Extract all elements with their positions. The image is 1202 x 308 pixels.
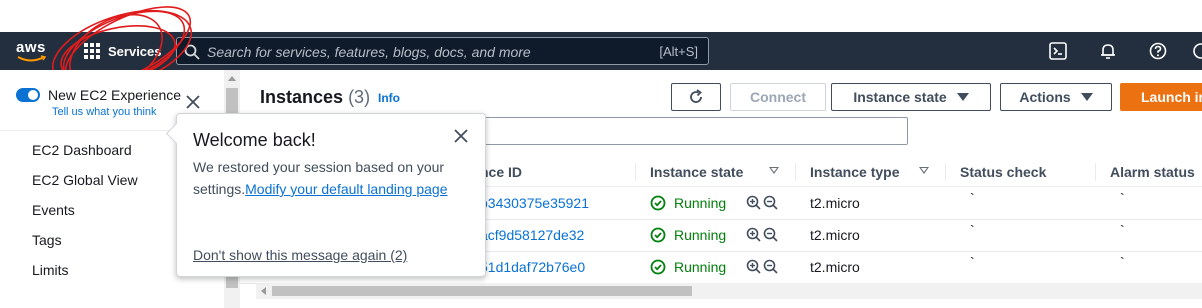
refresh-button[interactable] bbox=[671, 83, 721, 111]
instance-state-cell: Running bbox=[650, 195, 726, 211]
check-circle-icon bbox=[650, 227, 666, 243]
aws-smile-icon bbox=[17, 55, 47, 62]
alarm-status-cell: ` bbox=[1120, 254, 1125, 270]
dont-show-again-link[interactable]: Don't show this message again (2) bbox=[193, 247, 407, 263]
zoom-controls bbox=[746, 259, 778, 275]
sidebar-item-ec2-dashboard[interactable]: EC2 Dashboard bbox=[32, 142, 132, 158]
panel-title-text: Instances bbox=[260, 87, 344, 107]
welcome-back-popover: Welcome back! We restored your session b… bbox=[165, 113, 486, 277]
aws-logo-text: aws bbox=[16, 39, 46, 56]
refresh-icon bbox=[690, 89, 702, 103]
close-icon[interactable] bbox=[186, 95, 200, 109]
new-experience-toggle[interactable] bbox=[16, 88, 40, 102]
launch-instances-button[interactable]: Launch in bbox=[1120, 83, 1202, 111]
column-header-status-check[interactable]: Status check bbox=[960, 164, 1046, 180]
instance-state-cell: Running bbox=[650, 227, 726, 243]
services-label: Services bbox=[108, 43, 162, 59]
status-check-cell: ` bbox=[970, 222, 975, 238]
sidebar-item-limits[interactable]: Limits bbox=[32, 262, 69, 278]
zoom-in-out-icon[interactable] bbox=[746, 195, 778, 211]
top-navigation-bar: aws Services Search for services, featur… bbox=[0, 32, 1202, 70]
instance-state-label: Instance state bbox=[853, 89, 947, 105]
instance-type-cell: t2.micro bbox=[810, 227, 860, 243]
page-title: Instances (3) bbox=[260, 87, 370, 108]
tell-us-link[interactable]: Tell us what you think bbox=[52, 106, 157, 118]
info-link[interactable]: Info bbox=[378, 91, 400, 105]
connect-button[interactable]: Connect bbox=[730, 83, 826, 111]
zoom-in-out-icon[interactable] bbox=[746, 259, 778, 275]
instance-state-text: Running bbox=[674, 195, 727, 211]
search-icon bbox=[184, 44, 200, 60]
column-divider bbox=[795, 163, 796, 181]
caret-down-icon bbox=[956, 93, 969, 101]
help-icon[interactable] bbox=[1149, 42, 1167, 60]
check-circle-icon bbox=[650, 195, 666, 211]
column-divider bbox=[945, 163, 946, 181]
zoom-controls bbox=[746, 195, 778, 211]
column-divider bbox=[1095, 163, 1096, 181]
popover-body: We restored your session based on your s… bbox=[193, 156, 463, 200]
horizontal-scroll-thumb[interactable] bbox=[272, 286, 692, 296]
status-check-cell: ` bbox=[970, 190, 975, 206]
sort-icon[interactable] bbox=[769, 167, 779, 174]
filter-instances-input[interactable] bbox=[476, 117, 908, 145]
modify-landing-page-link[interactable]: Modify your default landing page bbox=[245, 181, 447, 197]
zoom-in-out-icon[interactable] bbox=[746, 227, 778, 243]
instance-id-link[interactable]: b3430375e35921 bbox=[480, 195, 589, 211]
services-menu-button[interactable]: Services bbox=[84, 41, 162, 61]
scroll-left-arrow[interactable] bbox=[261, 287, 266, 295]
column-header-instance-id[interactable]: nce ID bbox=[480, 164, 522, 180]
caret-down-icon bbox=[1080, 93, 1093, 101]
actions-button[interactable]: Actions bbox=[1000, 83, 1112, 111]
table-horizontal-scrollbar[interactable] bbox=[256, 283, 1202, 299]
sort-icon[interactable] bbox=[919, 167, 929, 174]
search-input[interactable]: Search for services, features, blogs, do… bbox=[176, 37, 709, 65]
scroll-up-arrow[interactable] bbox=[228, 76, 236, 81]
check-circle-icon bbox=[650, 259, 666, 275]
column-header-instance-type[interactable]: Instance type bbox=[810, 164, 899, 180]
alarm-status-cell: ` bbox=[1120, 190, 1125, 206]
column-divider bbox=[635, 163, 636, 181]
connect-label: Connect bbox=[750, 89, 806, 105]
instance-id-link[interactable]: acf9d58127de32 bbox=[480, 227, 584, 243]
column-header-instance-state[interactable]: Instance state bbox=[650, 164, 743, 180]
alarm-status-cell: ` bbox=[1120, 222, 1125, 238]
zoom-controls bbox=[746, 227, 778, 243]
sidebar-item-ec2-global-view[interactable]: EC2 Global View bbox=[32, 172, 138, 188]
column-header-alarm-status[interactable]: Alarm status bbox=[1110, 164, 1195, 180]
status-check-cell: ` bbox=[970, 254, 975, 270]
settings-icon[interactable] bbox=[1192, 42, 1202, 60]
instance-state-text: Running bbox=[674, 227, 727, 243]
bell-icon[interactable] bbox=[1099, 42, 1117, 60]
aws-logo[interactable]: aws bbox=[16, 39, 52, 63]
sidebar-item-tags[interactable]: Tags bbox=[32, 232, 62, 248]
search-placeholder: Search for services, features, blogs, do… bbox=[207, 44, 531, 60]
new-experience-label: New EC2 Experience bbox=[48, 87, 182, 103]
instance-state-button[interactable]: Instance state bbox=[831, 83, 991, 111]
actions-label: Actions bbox=[1019, 89, 1071, 105]
sidebar-item-events[interactable]: Events bbox=[32, 202, 75, 218]
cloudshell-icon[interactable] bbox=[1049, 42, 1067, 60]
instance-state-cell: Running bbox=[650, 259, 726, 275]
instance-count: (3) bbox=[348, 87, 371, 107]
search-shortcut: [Alt+S] bbox=[659, 44, 698, 59]
instance-state-text: Running bbox=[674, 259, 727, 275]
close-icon[interactable] bbox=[454, 129, 468, 143]
grid-icon bbox=[84, 43, 100, 59]
instance-type-cell: t2.micro bbox=[810, 259, 860, 275]
instance-type-cell: t2.micro bbox=[810, 195, 860, 211]
launch-label: Launch in bbox=[1141, 89, 1202, 105]
popover-title: Welcome back! bbox=[193, 130, 316, 150]
instance-id-link[interactable]: 51d1daf72b76e0 bbox=[480, 259, 585, 275]
